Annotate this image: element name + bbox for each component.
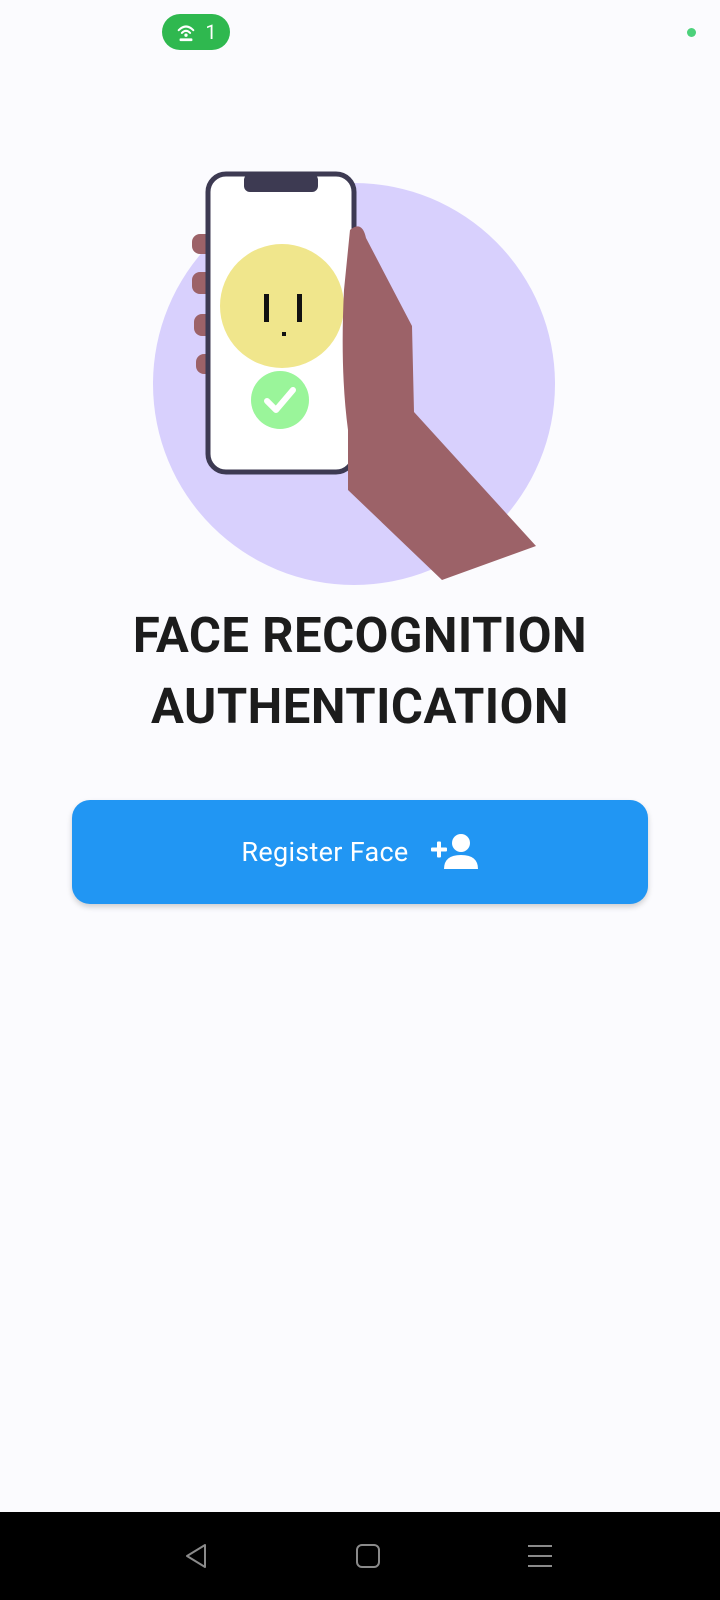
person-add-icon [430, 834, 478, 869]
hotspot-count: 1 [205, 20, 217, 44]
back-icon [186, 1544, 206, 1568]
register-face-label: Register Face [241, 836, 409, 868]
check-icon [251, 371, 309, 429]
title-line-1: FACE RECOGNITION [132, 607, 588, 664]
navigation-bar [0, 1512, 720, 1600]
page-title: FACE RECOGNITION AUTHENTICATION [0, 600, 720, 742]
hotspot-icon [178, 25, 195, 42]
back-button[interactable] [174, 1534, 218, 1578]
face-icon [220, 244, 344, 368]
status-bar: 1 [0, 0, 720, 64]
register-face-button[interactable]: Register Face [72, 800, 648, 904]
home-button[interactable] [346, 1534, 390, 1578]
privacy-indicator-dot [687, 28, 696, 37]
menu-button[interactable] [518, 1534, 562, 1578]
hotspot-indicator[interactable]: 1 [162, 14, 230, 50]
menu-icon [528, 1545, 552, 1567]
title-line-2: AUTHENTICATION [151, 678, 569, 735]
face-recognition-illustration [153, 171, 555, 585]
home-icon [356, 1544, 380, 1568]
